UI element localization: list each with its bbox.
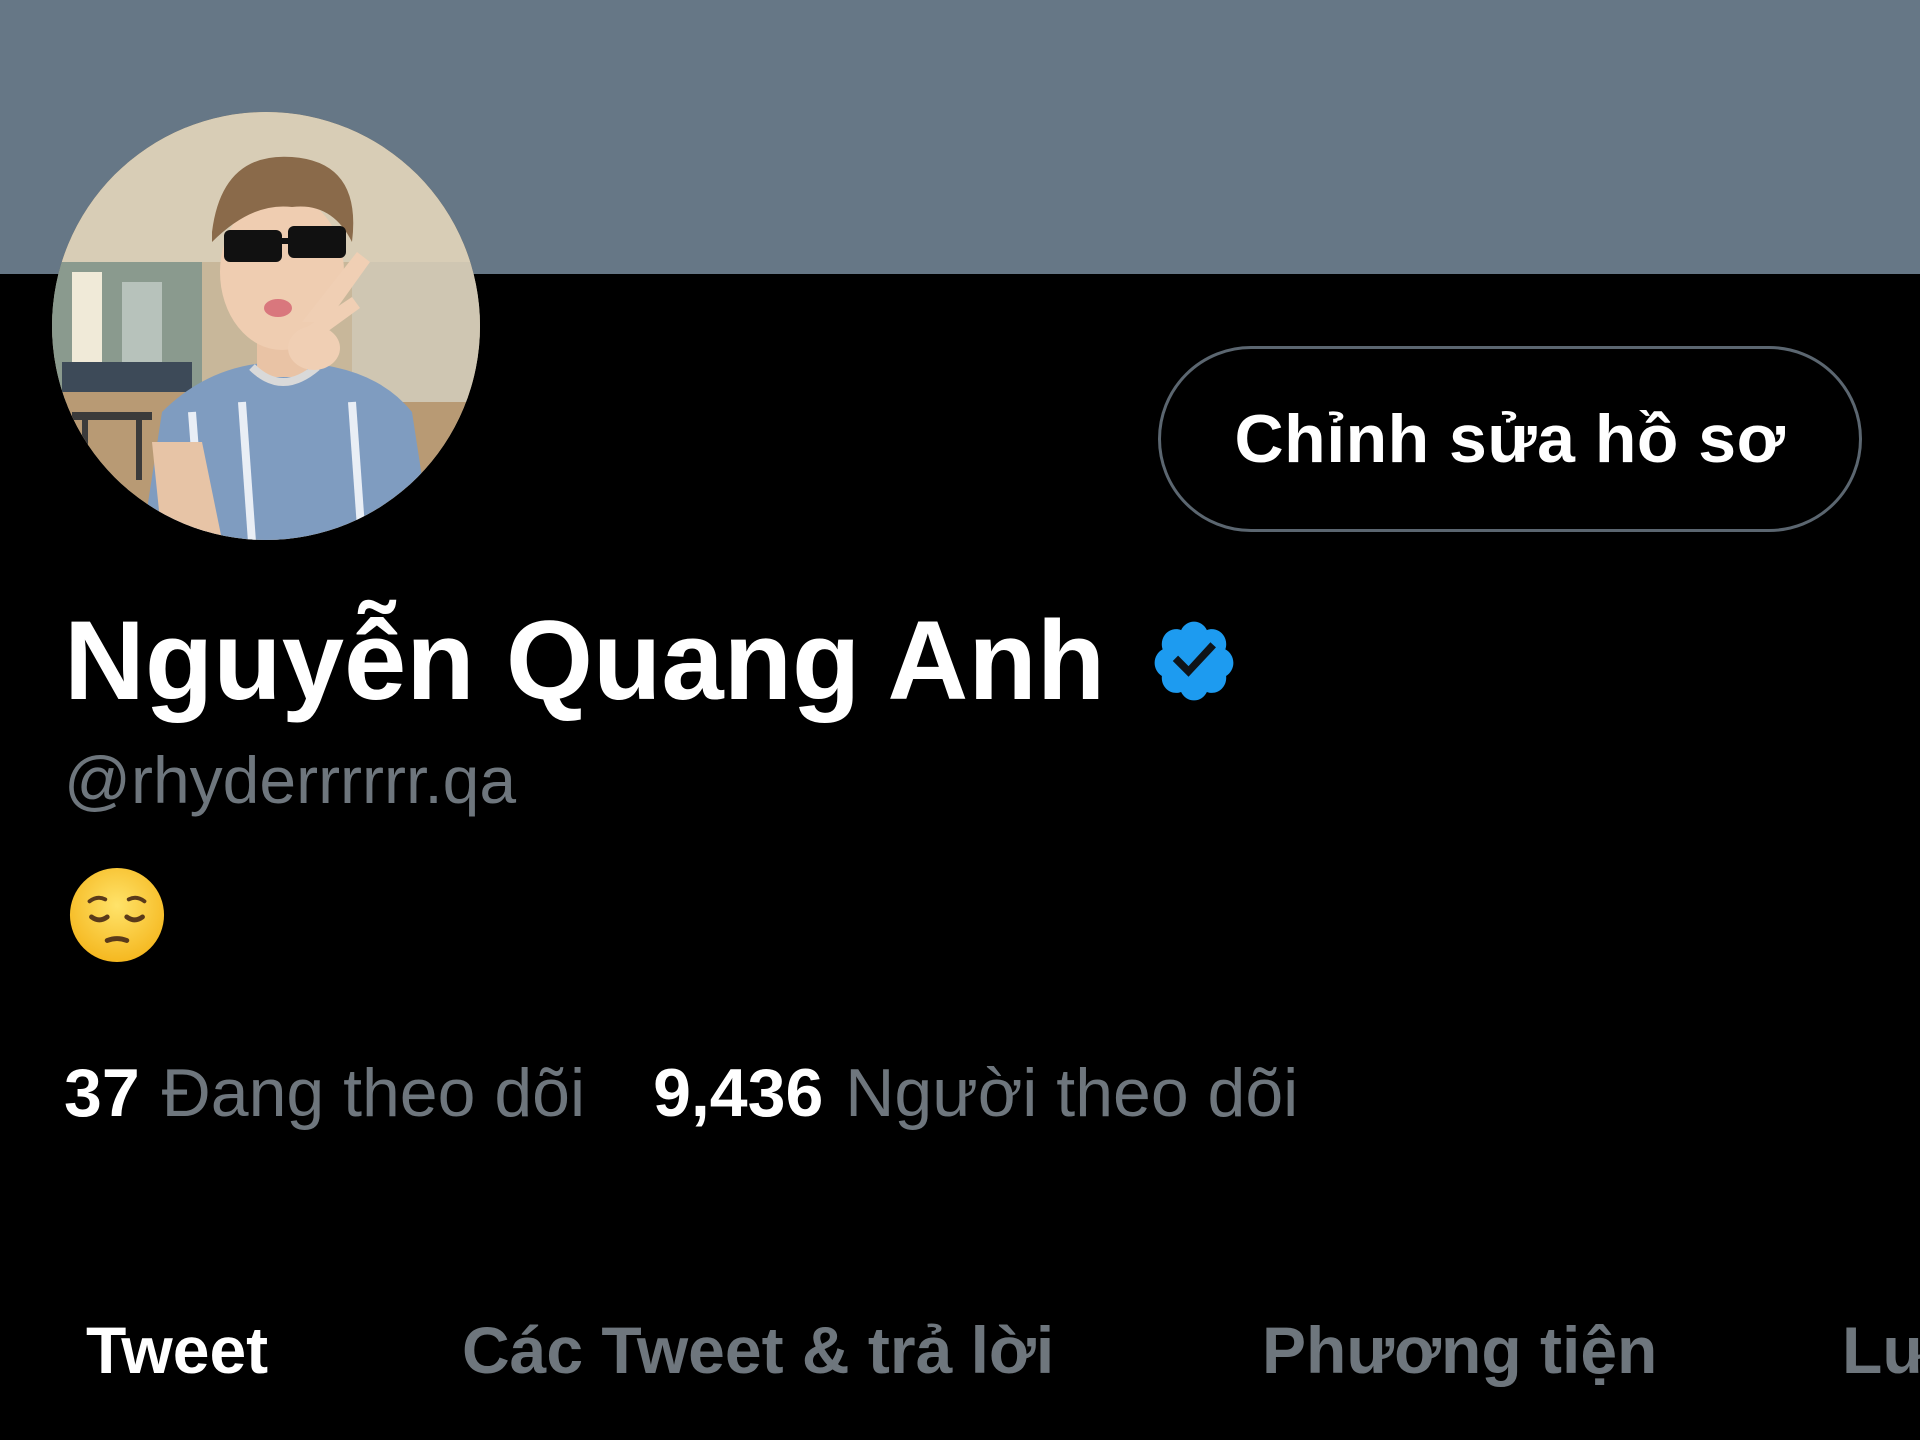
avatar-photo	[52, 112, 480, 540]
profile-screen: Chỉnh sửa hồ sơ Nguyễn Quang Anh @rhyder…	[0, 0, 1920, 1440]
profile-handle: @rhyderrrrrr.qa	[64, 743, 517, 817]
tab-media[interactable]: Phương tiện	[1262, 1300, 1657, 1400]
tab-tweets[interactable]: Tweet	[86, 1300, 268, 1400]
followers-label: Người theo dõi	[845, 1055, 1299, 1131]
tab-likes[interactable]: Lư	[1842, 1300, 1920, 1400]
verified-badge-icon[interactable]	[1149, 616, 1239, 706]
followers-count: 9,436	[653, 1055, 824, 1131]
pensive-face-icon	[68, 866, 166, 964]
edit-profile-button[interactable]: Chỉnh sửa hồ sơ	[1158, 346, 1862, 532]
display-name: Nguyễn Quang Anh	[64, 598, 1106, 723]
profile-stats: 37 Đang theo dõi 9,436 Người theo dõi	[64, 1048, 1298, 1138]
following-label: Đang theo dõi	[161, 1055, 586, 1131]
followers-stat[interactable]: 9,436 Người theo dõi	[653, 1054, 1298, 1132]
following-stat[interactable]: 37 Đang theo dõi	[64, 1054, 585, 1132]
following-count: 37	[64, 1055, 140, 1131]
display-name-row: Nguyễn Quang Anh	[64, 596, 1239, 726]
profile-tabs: Tweet Các Tweet & trả lời Phương tiện Lư	[0, 1300, 1920, 1400]
tab-tweets-and-replies[interactable]: Các Tweet & trả lời	[462, 1300, 1054, 1400]
profile-avatar[interactable]	[52, 112, 480, 540]
